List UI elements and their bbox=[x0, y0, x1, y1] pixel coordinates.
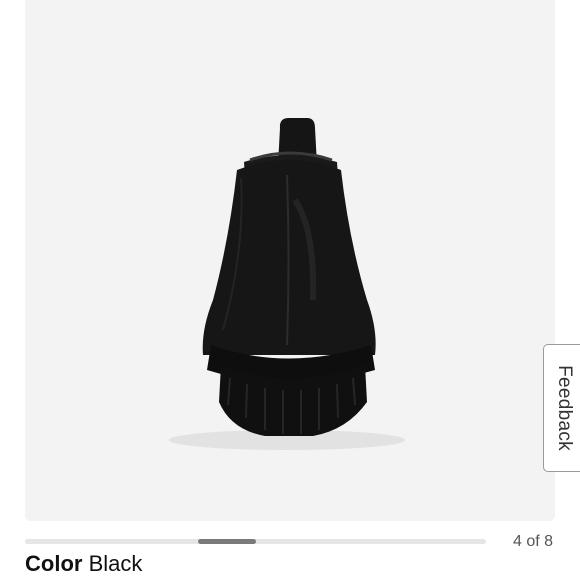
carousel-scroll-thumb[interactable] bbox=[198, 539, 256, 544]
color-label: Color bbox=[25, 551, 83, 576]
boot-illustration bbox=[169, 118, 405, 450]
color-selection: Color Black bbox=[25, 551, 142, 577]
color-value: Black bbox=[88, 551, 143, 576]
product-image[interactable] bbox=[25, 0, 555, 521]
feedback-label: Feedback bbox=[553, 365, 575, 451]
carousel-scrollbar[interactable] bbox=[25, 539, 486, 544]
image-counter: 4 of 8 bbox=[512, 533, 553, 550]
feedback-tab[interactable]: Feedback bbox=[543, 344, 580, 472]
